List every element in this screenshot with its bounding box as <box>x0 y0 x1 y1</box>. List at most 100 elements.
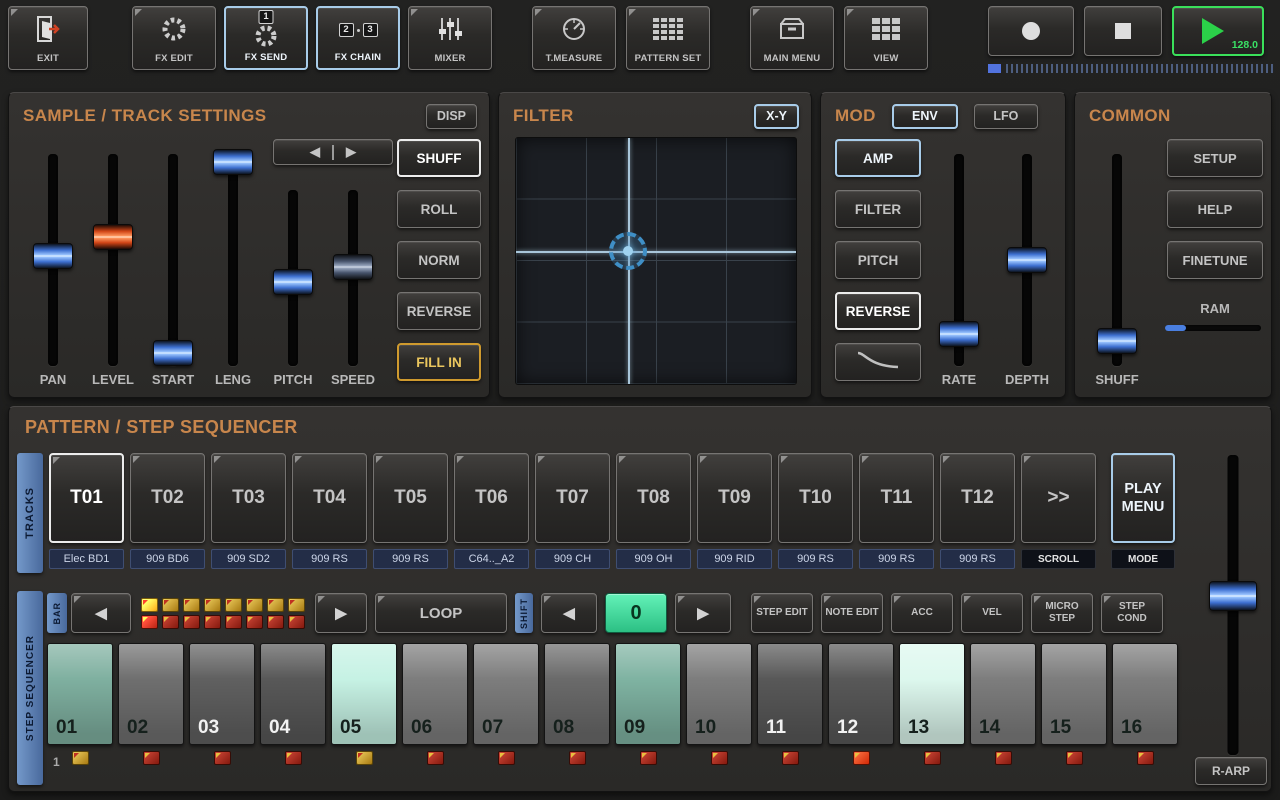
bar-next-button[interactable]: ▶ <box>315 593 367 633</box>
play-menu-button[interactable]: PLAY MENU <box>1111 453 1175 543</box>
slider-track[interactable] <box>151 154 195 366</box>
xy-cursor[interactable] <box>609 232 647 270</box>
bar-indicator-column[interactable] <box>288 598 305 629</box>
bar-indicator-column[interactable] <box>141 598 158 629</box>
step-button[interactable]: 12 <box>828 643 894 745</box>
common-option-button[interactable]: HELP <box>1167 190 1263 228</box>
main-menu-button[interactable]: MAIN MENU <box>750 6 834 70</box>
bar-indicator-column[interactable] <box>225 598 242 629</box>
slider-track[interactable] <box>271 190 315 366</box>
track-button[interactable]: T02 <box>130 453 205 543</box>
fx-send-button[interactable]: 1 FX SEND <box>224 6 308 70</box>
step-button[interactable]: 01 <box>47 643 113 745</box>
filter-xy-pad[interactable] <box>515 137 797 385</box>
slider-handle[interactable] <box>273 269 313 295</box>
bar-indicator-column[interactable] <box>267 598 284 629</box>
step-button[interactable]: 09 <box>615 643 681 745</box>
arrow-right-icon[interactable]: ▶ <box>346 144 356 160</box>
bar-indicator-column[interactable] <box>183 598 200 629</box>
track-button[interactable]: T10 <box>778 453 853 543</box>
common-option-button[interactable]: FINETUNE <box>1167 241 1263 279</box>
shift-left-button[interactable]: ◀ <box>541 593 597 633</box>
slider-handle[interactable] <box>213 149 253 175</box>
pattern-set-button[interactable]: PATTERN SET <box>626 6 710 70</box>
step-button[interactable]: 11 <box>757 643 823 745</box>
track-button[interactable]: T09 <box>697 453 772 543</box>
edit-mode-button[interactable]: NOTE EDIT <box>821 593 883 633</box>
mod-target-button[interactable]: AMP <box>835 139 921 177</box>
step-button[interactable]: 07 <box>473 643 539 745</box>
shuff-slider-track[interactable] <box>1095 154 1139 366</box>
edit-mode-button[interactable]: STEP COND <box>1101 593 1163 633</box>
bar-prev-button[interactable]: ◀ <box>71 593 131 633</box>
step-button[interactable]: 03 <box>189 643 255 745</box>
mod-target-button[interactable]: REVERSE <box>835 292 921 330</box>
slider-track[interactable] <box>31 154 75 366</box>
slider-handle[interactable] <box>33 243 73 269</box>
track-button[interactable]: T08 <box>616 453 691 543</box>
view-button[interactable]: VIEW <box>844 6 928 70</box>
step-button[interactable]: 06 <box>402 643 468 745</box>
arrow-left-icon[interactable]: ◀ <box>310 144 320 160</box>
slider-track[interactable] <box>331 190 375 366</box>
track-button[interactable]: T01 <box>49 453 124 543</box>
t-measure-button[interactable]: T.MEASURE <box>532 6 616 70</box>
disp-button[interactable]: DISP <box>426 104 477 129</box>
sample-option-button[interactable]: ROLL <box>397 190 481 228</box>
fx-chain-button[interactable]: 2 3 FX CHAIN <box>316 6 400 70</box>
sample-option-button[interactable]: FILL IN <box>397 343 481 381</box>
track-button[interactable]: T06 <box>454 453 529 543</box>
step-button[interactable]: 02 <box>118 643 184 745</box>
track-button[interactable]: T03 <box>211 453 286 543</box>
slider-track[interactable] <box>937 154 981 366</box>
lfo-tab-button[interactable]: LFO <box>974 104 1038 129</box>
sample-option-button[interactable]: SHUFF <box>397 139 481 177</box>
track-button[interactable]: T11 <box>859 453 934 543</box>
track-button[interactable]: >> <box>1021 453 1096 543</box>
record-button[interactable] <box>988 6 1074 56</box>
master-volume-slider[interactable] <box>1201 455 1265 755</box>
track-button[interactable]: T04 <box>292 453 367 543</box>
step-button[interactable]: 15 <box>1041 643 1107 745</box>
step-button[interactable]: 04 <box>260 643 326 745</box>
edit-mode-button[interactable]: VEL <box>961 593 1023 633</box>
step-button[interactable]: 13 <box>899 643 965 745</box>
step-button[interactable]: 14 <box>970 643 1036 745</box>
xy-mode-button[interactable]: X-Y <box>754 104 799 129</box>
step-button[interactable]: 16 <box>1112 643 1178 745</box>
envelope-curve-button[interactable] <box>835 343 921 381</box>
step-button[interactable]: 10 <box>686 643 752 745</box>
edit-mode-button[interactable]: ACC <box>891 593 953 633</box>
step-button[interactable]: 08 <box>544 643 610 745</box>
track-button[interactable]: T07 <box>535 453 610 543</box>
slider-handle[interactable] <box>93 224 133 250</box>
exit-button[interactable]: EXIT <box>8 6 88 70</box>
r-arp-button[interactable]: R-ARP <box>1195 757 1267 785</box>
sample-option-button[interactable]: REVERSE <box>397 292 481 330</box>
track-button[interactable]: T12 <box>940 453 1015 543</box>
slider-handle[interactable] <box>1007 247 1047 273</box>
slider-track[interactable] <box>211 154 255 366</box>
slider-track[interactable] <box>91 154 135 366</box>
track-button[interactable]: T05 <box>373 453 448 543</box>
bar-indicator-column[interactable] <box>204 598 221 629</box>
mod-target-button[interactable]: FILTER <box>835 190 921 228</box>
bar-indicator-column[interactable] <box>246 598 263 629</box>
sample-option-button[interactable]: NORM <box>397 241 481 279</box>
slider-track[interactable] <box>1005 154 1049 366</box>
shift-right-button[interactable]: ▶ <box>675 593 731 633</box>
play-button[interactable]: 128.0 <box>1172 6 1264 56</box>
loop-button[interactable]: LOOP <box>375 593 507 633</box>
slider-handle[interactable] <box>153 340 193 366</box>
volume-slider-handle[interactable] <box>1209 581 1257 611</box>
bar-indicator-column[interactable] <box>162 598 179 629</box>
slider-handle[interactable] <box>939 321 979 347</box>
edit-mode-button[interactable]: MICRO STEP <box>1031 593 1093 633</box>
fx-edit-button[interactable]: FX EDIT <box>132 6 216 70</box>
common-option-button[interactable]: SETUP <box>1167 139 1263 177</box>
env-tab-button[interactable]: ENV <box>892 104 958 129</box>
mod-target-button[interactable]: PITCH <box>835 241 921 279</box>
shuff-slider-handle[interactable] <box>1097 328 1137 354</box>
step-button[interactable]: 05 <box>331 643 397 745</box>
edit-mode-button[interactable]: STEP EDIT <box>751 593 813 633</box>
